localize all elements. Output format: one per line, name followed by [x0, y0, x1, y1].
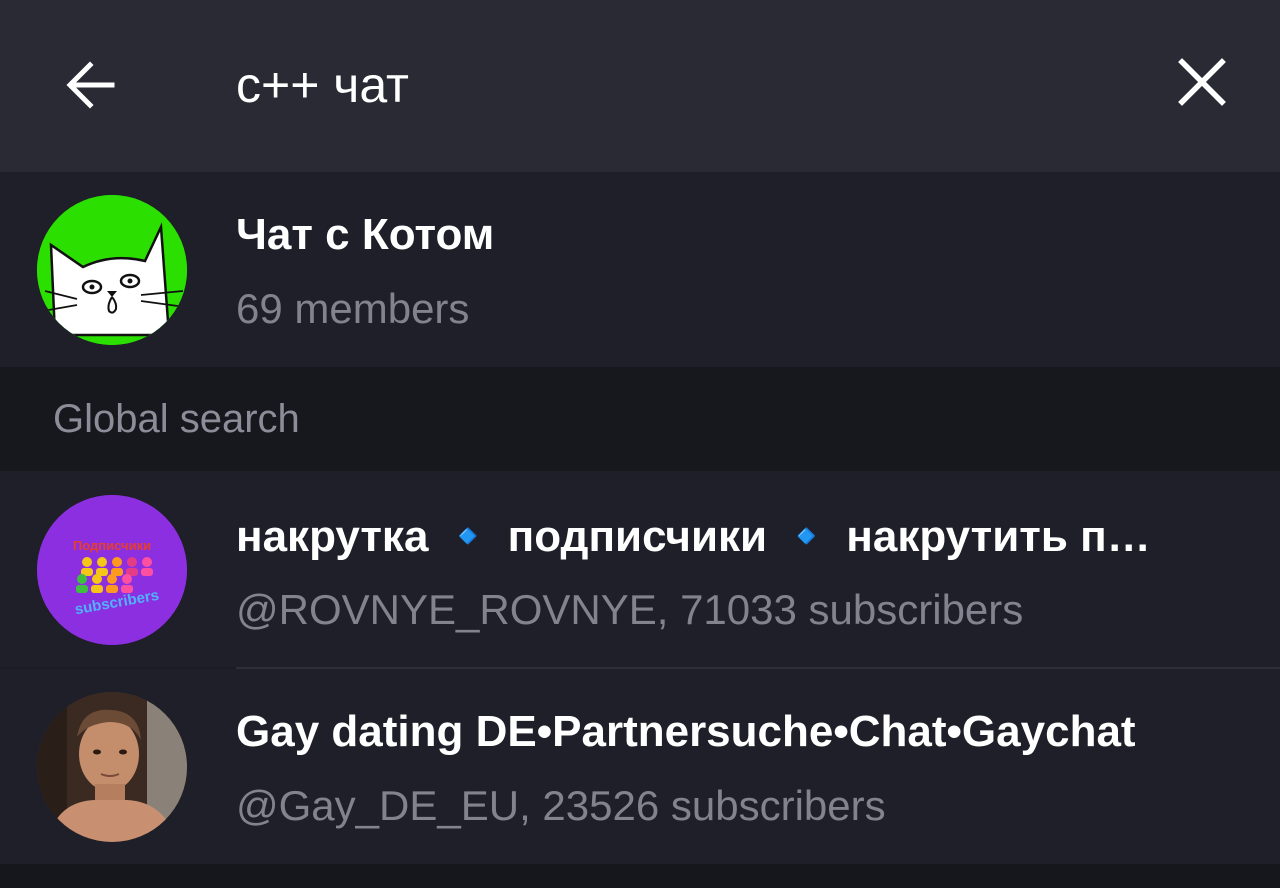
- person-photo-icon: [37, 692, 187, 842]
- channel-title: Gay dating DE•Partnersuche•Chat•Gaychat: [236, 707, 1136, 756]
- clear-search-button[interactable]: [1160, 40, 1244, 124]
- close-icon: [1178, 58, 1226, 106]
- channel-info: @ROVNYE_ROVNYE, 71033 subscribers: [236, 586, 1024, 633]
- cat-avatar: [37, 195, 187, 345]
- back-button[interactable]: [50, 45, 130, 125]
- chat-members-count: 69 members: [236, 285, 470, 332]
- chat-result-item[interactable]: Чат с Котом 69 members: [0, 172, 1280, 367]
- global-search-header: Global search: [0, 367, 1280, 471]
- subscribers-avatar: Подписчики subscribers: [37, 495, 187, 645]
- global-search-label: Global search: [53, 397, 300, 441]
- arrow-left-icon: [66, 61, 115, 109]
- search-input[interactable]: [236, 50, 1096, 120]
- photo-avatar: [37, 692, 187, 842]
- channel-info: @Gay_DE_EU, 23526 subscribers: [236, 782, 886, 829]
- search-header: [0, 0, 1280, 172]
- channel-result-item[interactable]: Gay dating DE•Partnersuche•Chat•Gaychat …: [0, 669, 1280, 864]
- people-icon: Подписчики subscribers: [37, 495, 187, 645]
- channel-result-item[interactable]: Подписчики subscribers накрутка 🔹 подпис…: [0, 471, 1280, 667]
- list-end: [0, 864, 1280, 888]
- cat-icon: [37, 195, 187, 345]
- channel-title: накрутка 🔹 подписчики 🔹 накрутить подпис…: [236, 512, 1176, 561]
- svg-text:Подписчики: Подписчики: [73, 538, 151, 553]
- chat-title: Чат с Котом: [236, 210, 495, 259]
- search-screen: Чат с Котом 69 members Global search Под…: [0, 0, 1280, 888]
